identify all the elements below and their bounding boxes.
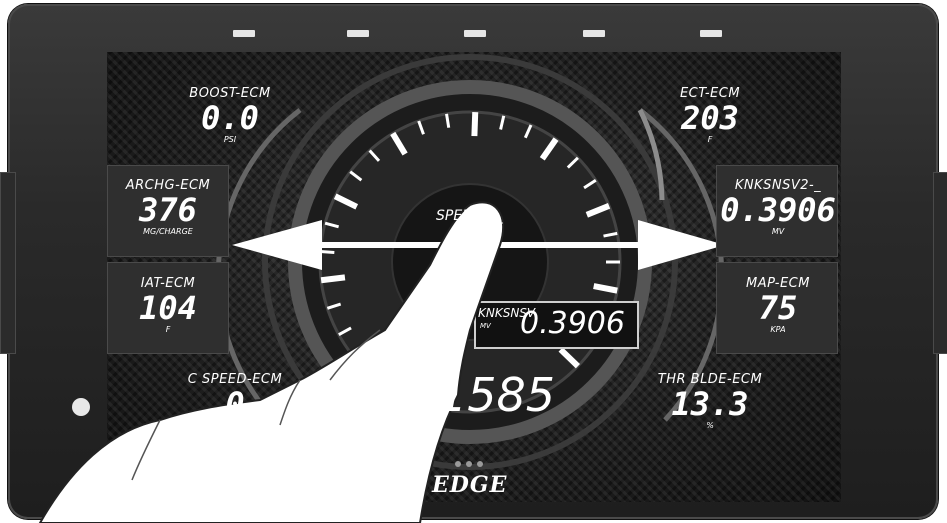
center-knk-unit: MV: [480, 322, 491, 330]
page-dot[interactable]: [455, 461, 461, 467]
dial-tick: [320, 250, 335, 255]
knk-readout[interactable]: KNKSNSV2-_ 0.3906 MV: [718, 178, 838, 236]
dial-tick: [471, 111, 479, 137]
map-value: 75: [758, 289, 798, 327]
ect-unit: F: [707, 135, 713, 144]
edge-device: BOOST-ECM 0.0 PSI ECT-ECM 203 F ARCHG-EC…: [0, 0, 947, 523]
speed-label: SPEED-E_: [436, 208, 503, 224]
cspeed-value: 0: [225, 385, 245, 423]
rpm-value: 1585: [438, 368, 556, 422]
thr-readout[interactable]: THR BLDE-ECM 13.3 %: [640, 372, 780, 430]
thr-value: 13.3: [671, 385, 749, 423]
archg-value: 376: [139, 191, 197, 229]
cspeed-readout[interactable]: C SPEED-ECM 0: [155, 372, 315, 421]
center-knk-value: 0.3906: [520, 306, 625, 341]
center-e-label: E: [358, 378, 367, 394]
dial-tick: [320, 274, 346, 284]
ect-readout[interactable]: ECT-ECM 203 F: [650, 86, 770, 144]
page-dot[interactable]: [477, 461, 483, 467]
thr-unit: %: [706, 421, 714, 430]
iat-unit: F: [165, 325, 171, 334]
page-dot[interactable]: [466, 461, 472, 467]
page-indicator[interactable]: [455, 452, 488, 471]
map-unit: KPA: [770, 325, 786, 334]
archg-readout[interactable]: ARCHG-ECM 376 MG/CHARGE: [110, 178, 226, 236]
archg-unit: MG/CHARGE: [143, 227, 193, 236]
ect-value: 203: [681, 99, 739, 137]
boost-value: 0.0: [201, 99, 259, 137]
iat-readout[interactable]: IAT-ECM 104 F: [110, 276, 226, 334]
iat-value: 104: [139, 289, 197, 327]
knk-value: 0.3906: [720, 191, 836, 229]
edge-logo: EDGE: [432, 472, 508, 498]
boost-unit: PSI: [223, 135, 237, 144]
boost-readout[interactable]: BOOST-ECM 0.0 PSI: [170, 86, 290, 144]
map-readout[interactable]: MAP-ECM 75 KPA: [718, 276, 838, 334]
